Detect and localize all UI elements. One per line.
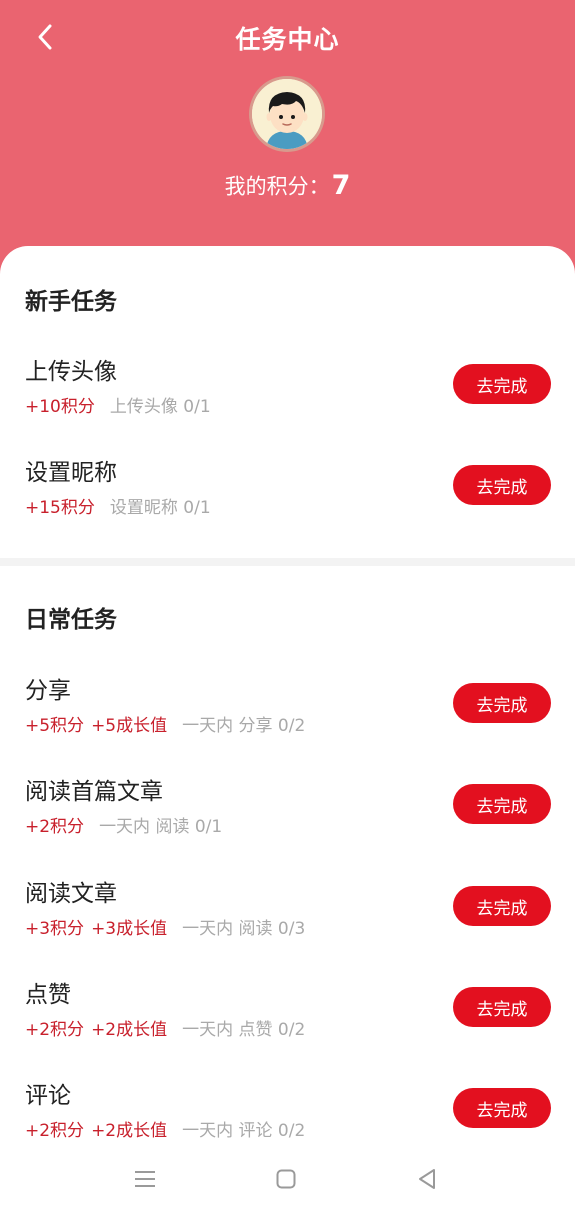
reward-growth: +2成长值 bbox=[91, 1020, 168, 1040]
system-nav-bar bbox=[0, 1150, 575, 1213]
reward-points: +10积分 bbox=[25, 397, 95, 417]
reward-growth: +3成长值 bbox=[91, 919, 168, 939]
reward-points: +15积分 bbox=[25, 498, 95, 518]
task-meta: +2积分 +2成长值 一天内 评论 0/2 bbox=[25, 1116, 305, 1141]
go-complete-button[interactable]: 去完成 bbox=[453, 784, 551, 824]
reward-points: +2积分 bbox=[25, 1121, 85, 1141]
task-meta: +2积分 一天内 阅读 0/1 bbox=[25, 812, 222, 837]
task-meta: +5积分 +5成长值 一天内 分享 0/2 bbox=[25, 711, 305, 736]
back-triangle-icon bbox=[419, 1169, 435, 1189]
nav-back-button[interactable] bbox=[412, 1164, 442, 1194]
newbie-tasks-card: 新手任务 上传头像 +10积分 上传头像 0/1 去完成 设置昵称 +15积分 设置… bbox=[0, 246, 575, 558]
section-title-newbie: 新手任务 bbox=[25, 289, 117, 315]
points-label: 我的积分： bbox=[224, 174, 330, 199]
task-name: 点赞 bbox=[25, 982, 71, 1008]
task-set-nickname: 设置昵称 +15积分 设置昵称 0/1 去完成 bbox=[0, 453, 575, 523]
task-name: 评论 bbox=[25, 1083, 71, 1109]
reward-points: +2积分 bbox=[25, 1020, 85, 1040]
task-read-first-article: 阅读首篇文章 +2积分 一天内 阅读 0/1 去完成 bbox=[0, 772, 575, 842]
task-meta: +3积分 +3成长值 一天内 阅读 0/3 bbox=[25, 914, 305, 939]
go-complete-button[interactable]: 去完成 bbox=[453, 364, 551, 404]
task-meta: +10积分 上传头像 0/1 bbox=[25, 392, 211, 417]
boy-avatar-icon bbox=[252, 79, 322, 149]
task-progress: 上传头像 0/1 bbox=[109, 397, 211, 417]
reward-points: +2积分 bbox=[25, 817, 85, 837]
go-complete-button[interactable]: 去完成 bbox=[453, 886, 551, 926]
task-name: 设置昵称 bbox=[25, 460, 117, 486]
home-square-icon bbox=[276, 1169, 296, 1189]
task-progress: 一天内 分享 0/2 bbox=[182, 716, 306, 736]
task-progress: 一天内 点赞 0/2 bbox=[182, 1020, 306, 1040]
go-complete-button[interactable]: 去完成 bbox=[453, 683, 551, 723]
nav-menu-button[interactable] bbox=[130, 1164, 160, 1194]
task-progress: 设置昵称 0/1 bbox=[109, 498, 211, 518]
reward-points: +3积分 bbox=[25, 919, 85, 939]
menu-icon bbox=[135, 1171, 155, 1187]
points-value: 7 bbox=[331, 170, 351, 201]
task-name: 阅读首篇文章 bbox=[25, 779, 163, 805]
my-points: 我的积分：7 bbox=[0, 170, 575, 201]
go-complete-button[interactable]: 去完成 bbox=[453, 465, 551, 505]
reward-growth: +5成长值 bbox=[91, 716, 168, 736]
go-complete-button[interactable]: 去完成 bbox=[453, 987, 551, 1027]
task-name: 分享 bbox=[25, 678, 71, 704]
task-meta: +15积分 设置昵称 0/1 bbox=[25, 493, 211, 518]
reward-points: +5积分 bbox=[25, 716, 85, 736]
task-name: 阅读文章 bbox=[25, 881, 117, 907]
task-read-article: 阅读文章 +3积分 +3成长值 一天内 阅读 0/3 去完成 bbox=[0, 874, 575, 944]
task-share: 分享 +5积分 +5成长值 一天内 分享 0/2 去完成 bbox=[0, 671, 575, 741]
daily-tasks-card: 日常任务 分享 +5积分 +5成长值 一天内 分享 0/2 去完成 阅读首篇文章 +… bbox=[0, 566, 575, 1213]
task-comment: 评论 +2积分 +2成长值 一天内 评论 0/2 去完成 bbox=[0, 1076, 575, 1146]
task-name: 上传头像 bbox=[25, 359, 117, 385]
avatar[interactable] bbox=[249, 76, 325, 152]
task-progress: 一天内 评论 0/2 bbox=[182, 1121, 306, 1141]
task-upload-avatar: 上传头像 +10积分 上传头像 0/1 去完成 bbox=[0, 352, 575, 422]
task-progress: 一天内 阅读 0/3 bbox=[182, 919, 306, 939]
task-progress: 一天内 阅读 0/1 bbox=[99, 817, 223, 837]
task-like: 点赞 +2积分 +2成长值 一天内 点赞 0/2 去完成 bbox=[0, 975, 575, 1045]
section-title-daily: 日常任务 bbox=[25, 607, 117, 633]
task-meta: +2积分 +2成长值 一天内 点赞 0/2 bbox=[25, 1015, 305, 1040]
go-complete-button[interactable]: 去完成 bbox=[453, 1088, 551, 1128]
nav-home-button[interactable] bbox=[271, 1164, 301, 1194]
page-title: 任务中心 bbox=[235, 25, 340, 54]
reward-growth: +2成长值 bbox=[91, 1121, 168, 1141]
